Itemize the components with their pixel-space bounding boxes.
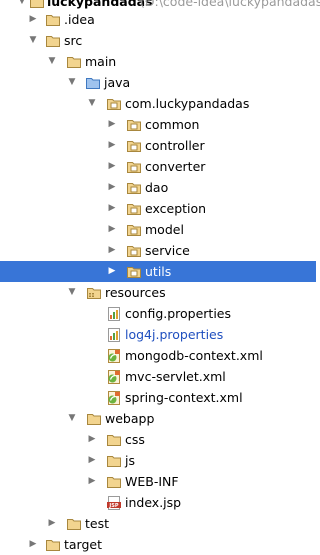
- tree-node-label: utils: [145, 264, 172, 279]
- triangle-down-icon[interactable]: ▼: [86, 93, 98, 114]
- tree-node-label: src: [64, 33, 83, 48]
- tree-node-js[interactable]: ▶ js: [0, 450, 316, 471]
- package-icon: [126, 138, 142, 154]
- tree-node-webapp[interactable]: ▼ webapp: [0, 408, 316, 429]
- package-icon: [126, 222, 142, 238]
- tree-node-converter[interactable]: ▶ converter: [0, 156, 316, 177]
- tree-node-label: common: [145, 117, 200, 132]
- folder-icon: [86, 411, 102, 427]
- tree-node-package[interactable]: ▼ com.luckypandadas: [0, 93, 316, 114]
- triangle-right-icon[interactable]: ▶: [106, 135, 118, 156]
- triangle-down-icon[interactable]: ▼: [66, 408, 78, 429]
- tree-node-label: service: [145, 243, 190, 258]
- triangle-down-icon[interactable]: ▼: [66, 72, 78, 93]
- properties-file-icon: [106, 306, 122, 322]
- triangle-right-icon[interactable]: ▶: [106, 240, 118, 261]
- package-icon: [126, 117, 142, 133]
- folder-icon: [106, 432, 122, 448]
- tree-node-mvc-servlet[interactable]: mvc-servlet.xml: [0, 366, 316, 387]
- triangle-right-icon[interactable]: ▶: [86, 429, 98, 450]
- triangle-right-icon[interactable]: ▶: [27, 9, 39, 30]
- tree-node-main[interactable]: ▼ main: [0, 51, 316, 72]
- package-icon: [126, 201, 142, 217]
- tree-node-utils[interactable]: ▶ utils: [0, 261, 316, 282]
- tree-node-label: .idea: [64, 12, 95, 27]
- folder-icon: [66, 54, 82, 70]
- tree-node-label: dao: [145, 180, 169, 195]
- tree-node-index-jsp[interactable]: index.jsp: [0, 492, 316, 513]
- tree-node-label: com.luckypandadas: [125, 96, 250, 111]
- tree-node-idea[interactable]: ▶ .idea: [0, 9, 316, 30]
- triangle-right-icon[interactable]: ▶: [27, 534, 39, 555]
- tree-node-label: target: [64, 537, 103, 552]
- tree-node-label: log4j.properties: [125, 327, 224, 342]
- tree-node-css[interactable]: ▶ css: [0, 429, 316, 450]
- jsp-file-icon: [106, 495, 122, 511]
- tree-node-mongodb-context[interactable]: mongodb-context.xml: [0, 345, 316, 366]
- tree-node-exception[interactable]: ▶ exception: [0, 198, 316, 219]
- tree-node-controller[interactable]: ▶ controller: [0, 135, 316, 156]
- tree-node-label: controller: [145, 138, 205, 153]
- tree-node-label: converter: [145, 159, 206, 174]
- tree-node-dao[interactable]: ▶ dao: [0, 177, 316, 198]
- tree-node-resources[interactable]: ▼ resources: [0, 282, 316, 303]
- tree-node-label: css: [125, 432, 145, 447]
- tree-node-target[interactable]: ▶ target: [0, 534, 316, 555]
- tree-node-common[interactable]: ▶ common: [0, 114, 316, 135]
- tree-node-spring-context[interactable]: spring-context.xml: [0, 387, 316, 408]
- tree-node-label: mongodb-context.xml: [125, 348, 263, 363]
- tree-node-web-inf[interactable]: ▶ WEB-INF: [0, 471, 316, 492]
- tree-node-log4j-properties[interactable]: log4j.properties: [0, 324, 316, 345]
- tree-node-label: mvc-servlet.xml: [125, 369, 226, 384]
- triangle-right-icon[interactable]: ▶: [106, 219, 118, 240]
- triangle-right-icon[interactable]: ▶: [106, 261, 118, 282]
- folder-icon: [45, 33, 61, 49]
- spring-xml-file-icon: [106, 390, 122, 406]
- triangle-right-icon[interactable]: ▶: [86, 471, 98, 492]
- tree-node-java[interactable]: ▼ java: [0, 72, 316, 93]
- tree-node-label: spring-context.xml: [125, 390, 243, 405]
- triangle-right-icon[interactable]: ▶: [46, 513, 58, 534]
- package-icon: [126, 264, 142, 280]
- triangle-right-icon[interactable]: ▶: [106, 198, 118, 219]
- triangle-right-icon[interactable]: ▶: [106, 156, 118, 177]
- triangle-down-icon[interactable]: ▼: [66, 282, 78, 303]
- tree-node-test[interactable]: ▶ test: [0, 513, 316, 534]
- triangle-down-icon[interactable]: ▼: [46, 51, 58, 72]
- triangle-down-icon[interactable]: ▼: [27, 30, 39, 51]
- tree-node-label: config.properties: [125, 306, 232, 321]
- tree-node-label: index.jsp: [125, 495, 182, 510]
- triangle-right-icon[interactable]: ▶: [106, 177, 118, 198]
- folder-icon: [66, 516, 82, 532]
- package-icon: [126, 180, 142, 196]
- folder-icon: [106, 453, 122, 469]
- tree-node-label: model: [145, 222, 184, 237]
- spring-xml-file-icon: [106, 348, 122, 364]
- triangle-right-icon[interactable]: ▶: [86, 450, 98, 471]
- tree-node-src[interactable]: ▼ src: [0, 30, 316, 51]
- package-icon: [126, 243, 142, 259]
- resources-root-folder-icon: [86, 285, 102, 301]
- tree-node-model[interactable]: ▶ model: [0, 219, 316, 240]
- tree-node-label: java: [104, 75, 131, 90]
- folder-icon: [45, 537, 61, 553]
- tree-node-label: webapp: [105, 411, 155, 426]
- properties-file-icon: [106, 327, 122, 343]
- tree-node-label: test: [85, 516, 110, 531]
- tree-node-label: resources: [105, 285, 166, 300]
- spring-xml-file-icon: [106, 369, 122, 385]
- package-icon: [106, 96, 122, 112]
- tree-node-config-properties[interactable]: config.properties: [0, 303, 316, 324]
- tree-node-label: js: [125, 453, 135, 468]
- tree-node-label: WEB-INF: [125, 474, 179, 489]
- triangle-right-icon[interactable]: ▶: [106, 114, 118, 135]
- source-root-folder-icon: [85, 75, 101, 91]
- folder-icon: [45, 12, 61, 28]
- tree-node-label: main: [85, 54, 117, 69]
- folder-icon: [106, 474, 122, 490]
- tree-node-label: exception: [145, 201, 207, 216]
- project-tree: ▼ luckypandadas (D:\code-idea\luckypanda…: [0, 0, 320, 552]
- package-icon: [126, 159, 142, 175]
- tree-node-service[interactable]: ▶ service: [0, 240, 316, 261]
